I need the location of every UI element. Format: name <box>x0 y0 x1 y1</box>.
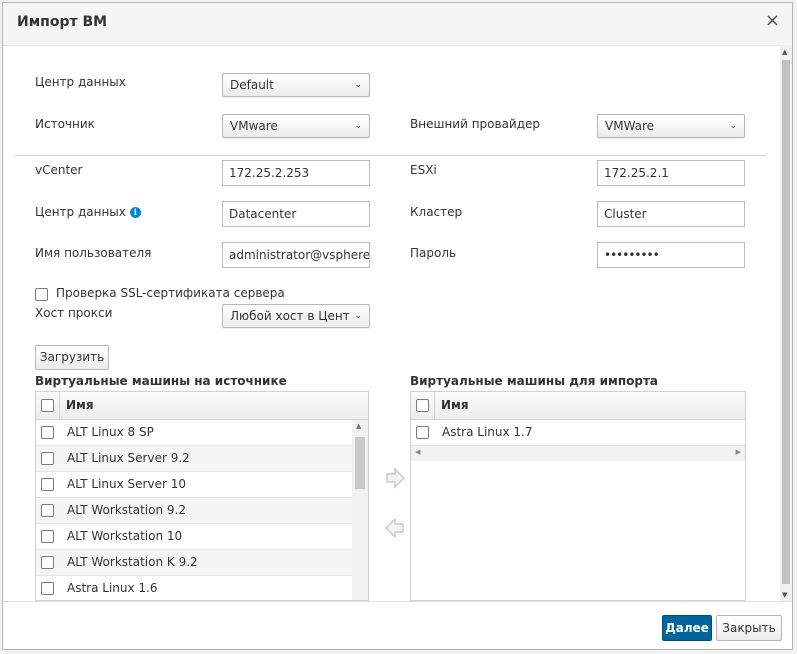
source-vms-header: Имя <box>36 392 368 420</box>
dialog-scrollbar[interactable]: ▲ ▼ <box>780 45 792 601</box>
datacenter2-input[interactable]: Datacenter <box>222 201 370 227</box>
import-vms-hscrollbar[interactable]: ◀ ▶ <box>411 446 745 461</box>
source-table-row[interactable]: Astra Linux 1.6 <box>36 576 352 600</box>
source-row-checkbox[interactable] <box>41 504 54 517</box>
chevron-down-icon: ⌄ <box>729 121 737 131</box>
source-row-name: ALT Linux Server 10 <box>67 477 186 491</box>
source-select-value: VMware <box>230 119 278 133</box>
source-row-name: ALT Linux Server 9.2 <box>67 451 190 465</box>
import-name-column-header[interactable]: Имя <box>434 392 469 419</box>
proxy-host-label: Хост прокси <box>35 306 113 320</box>
source-row-checkbox[interactable] <box>41 426 54 439</box>
dialog-title: Импорт ВМ <box>17 14 108 30</box>
source-row-checkbox[interactable] <box>41 582 54 595</box>
chevron-down-icon: ⌄ <box>354 121 362 131</box>
form-divider <box>15 155 766 156</box>
source-table-row[interactable]: ALT Linux Server 10 <box>36 472 352 498</box>
datacenter-select[interactable]: Default ⌄ <box>222 73 370 97</box>
proxy-host-select-value: Любой хост в Цент <box>230 309 350 323</box>
import-table-row[interactable]: Astra Linux 1.7 <box>411 420 745 446</box>
username-input[interactable]: administrator@vsphere. <box>222 242 370 268</box>
next-button[interactable]: Далее <box>662 615 712 641</box>
source-select[interactable]: VMware ⌄ <box>222 114 370 138</box>
esxi-label: ESXi <box>410 163 437 177</box>
source-row-name: ALT Workstation K 9.2 <box>67 555 198 569</box>
chevron-down-icon: ⌄ <box>354 311 362 321</box>
scroll-up-icon[interactable]: ▲ <box>782 48 787 56</box>
source-vms-table: Имя ALT Linux 8 SP ALT Linux Server 9.2 AL… <box>35 391 369 601</box>
external-provider-label: Внешний провайдер <box>410 117 541 131</box>
source-table-row[interactable]: ALT Workstation 10 <box>36 524 352 550</box>
source-table-row[interactable]: ALT Linux 8 SP <box>36 420 352 446</box>
source-table-row[interactable]: ALT Linux Server 9.2 <box>36 446 352 472</box>
import-vms-header: Имя <box>411 392 745 420</box>
source-row-checkbox[interactable] <box>41 530 54 543</box>
import-vms-table: Имя Astra Linux 1.7 ◀ ▶ <box>410 391 746 601</box>
source-row-name: ALT Workstation 9.2 <box>67 503 186 517</box>
info-icon[interactable]: i <box>129 207 141 218</box>
datacenter2-label-text: Центр данных <box>35 205 126 219</box>
vcenter-input[interactable]: 172.25.2.253 <box>222 160 370 186</box>
import-row-checkbox[interactable] <box>416 426 429 439</box>
import-row-name: Astra Linux 1.7 <box>442 425 533 439</box>
datacenter2-label: Центр данных i <box>35 205 141 219</box>
source-name-column-header[interactable]: Имя <box>59 392 94 419</box>
scroll-left-icon[interactable]: ◀ <box>415 448 420 456</box>
dialog-header: Импорт ВМ × <box>3 3 792 46</box>
source-vms-scrollbar[interactable]: ▲ <box>352 420 368 600</box>
esxi-input[interactable]: 172.25.2.1 <box>597 160 745 186</box>
source-table-row[interactable]: ALT Workstation 9.2 <box>36 498 352 524</box>
scroll-right-icon[interactable]: ▶ <box>736 448 741 456</box>
source-row-checkbox[interactable] <box>41 452 54 465</box>
proxy-host-select[interactable]: Любой хост в Цент ⌄ <box>222 304 370 328</box>
ssl-check-checkbox[interactable] <box>35 288 48 301</box>
scrollbar-thumb[interactable] <box>355 437 365 489</box>
source-row-name: ALT Linux 8 SP <box>67 425 154 439</box>
username-label: Имя пользователя <box>35 246 152 260</box>
source-table-row[interactable]: ALT Workstation K 9.2 <box>36 550 352 576</box>
source-select-all-checkbox[interactable] <box>41 399 54 412</box>
source-row-checkbox[interactable] <box>41 556 54 569</box>
scroll-up-icon[interactable]: ▲ <box>356 422 361 430</box>
import-select-all-checkbox[interactable] <box>416 399 429 412</box>
password-label: Пароль <box>410 246 457 260</box>
datacenter-select-value: Default <box>230 78 274 92</box>
close-button[interactable]: Закрыть <box>716 615 782 641</box>
cluster-label: Кластер <box>410 205 463 219</box>
dialog-scrollbar-thumb[interactable] <box>782 60 790 584</box>
vcenter-label: vCenter <box>35 163 83 177</box>
move-right-arrow-icon[interactable] <box>384 467 406 489</box>
close-icon[interactable]: × <box>765 10 780 31</box>
external-provider-select-value: VMWare <box>605 119 655 133</box>
chevron-down-icon: ⌄ <box>354 80 362 90</box>
cluster-input[interactable]: Cluster <box>597 201 745 227</box>
source-label: Источник <box>35 117 95 131</box>
import-vm-dialog: Импорт ВМ × Центр данных Default ⌄ Источ… <box>2 2 793 650</box>
external-provider-select[interactable]: VMWare ⌄ <box>597 114 745 138</box>
footer-divider <box>3 601 792 602</box>
source-row-name: ALT Workstation 10 <box>67 529 183 543</box>
source-row-name: Astra Linux 1.6 <box>67 581 158 595</box>
source-row-checkbox[interactable] <box>41 478 54 491</box>
import-vms-title: Виртуальные машины для импорта <box>410 374 658 388</box>
password-input[interactable]: ••••••••• <box>597 242 745 268</box>
source-vms-title: Виртуальные машины на источнике <box>35 374 287 388</box>
scroll-down-icon[interactable]: ▼ <box>782 591 787 599</box>
load-button[interactable]: Загрузить <box>35 345 109 370</box>
datacenter-label: Центр данных <box>35 75 126 89</box>
move-left-arrow-icon[interactable] <box>384 517 406 539</box>
ssl-check-label: Проверка SSL-сертификата сервера <box>56 286 285 300</box>
